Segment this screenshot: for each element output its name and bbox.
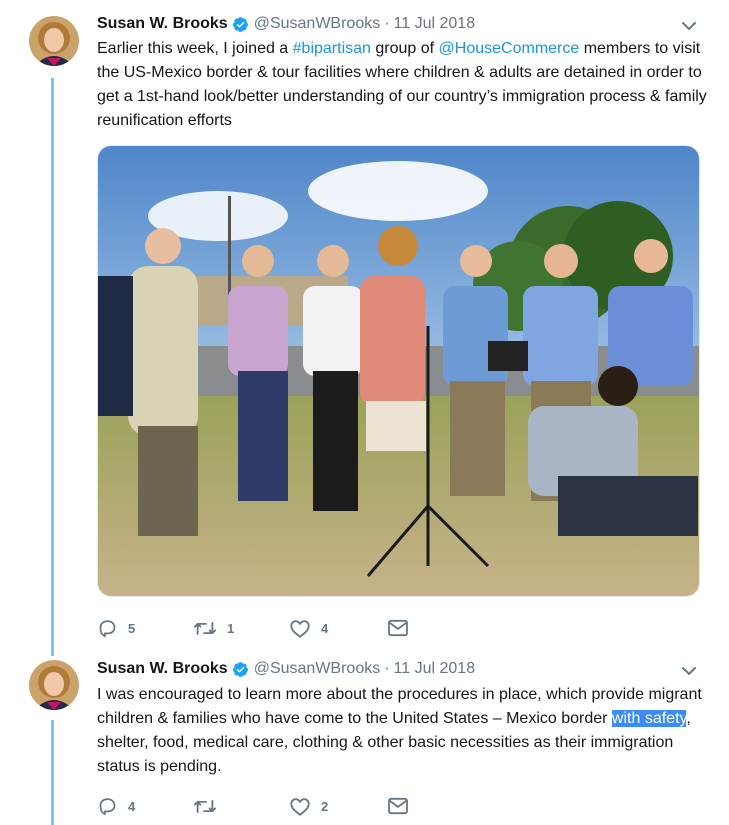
chevron-down-icon[interactable] — [681, 663, 697, 679]
reply-icon — [97, 796, 118, 817]
verified-badge-icon — [232, 661, 249, 678]
tweet-header: Susan W. Brooks @SusanWBrooks · 11 Jul 2… — [97, 13, 475, 35]
reply-count: 5 — [128, 620, 136, 636]
chevron-down-icon[interactable] — [681, 18, 697, 34]
tweet-header: Susan W. Brooks @SusanWBrooks · 11 Jul 2… — [97, 658, 475, 680]
hashtag-link[interactable]: #bipartisan — [293, 40, 371, 57]
author-name[interactable]: Susan W. Brooks — [97, 15, 228, 33]
retweet-button[interactable]: 1 — [193, 618, 289, 639]
reply-button[interactable]: 5 — [97, 618, 193, 639]
separator-dot: · — [384, 15, 390, 32]
tweet-photo[interactable] — [97, 145, 700, 597]
avatar[interactable] — [29, 16, 79, 66]
mention-link[interactable]: @HouseCommerce — [439, 40, 580, 57]
verified-badge-icon — [232, 16, 249, 33]
like-count: 4 — [321, 620, 329, 636]
like-button[interactable]: 4 — [289, 618, 387, 639]
thread-connector-line — [51, 78, 54, 656]
thread-connector-line — [51, 720, 54, 825]
tweet-timestamp[interactable]: 11 Jul 2018 — [394, 15, 476, 33]
direct-message-button[interactable] — [387, 619, 409, 637]
direct-message-button[interactable] — [387, 797, 409, 815]
tweet-text: Earlier this week, I joined a #bipartisa… — [97, 37, 707, 133]
tweet-timestamp[interactable]: 11 Jul 2018 — [394, 660, 476, 678]
tweet-text-segment: group of — [370, 40, 439, 57]
tweet-actions: 4 2 — [97, 794, 409, 818]
retweet-count: 1 — [227, 620, 235, 636]
envelope-icon — [387, 619, 409, 637]
tweet-actions: 5 1 4 — [97, 616, 409, 640]
author-handle[interactable]: @SusanWBrooks — [254, 15, 381, 33]
author-handle[interactable]: @SusanWBrooks — [254, 660, 381, 678]
heart-icon — [289, 796, 311, 817]
retweet-icon — [193, 796, 217, 817]
reply-icon — [97, 618, 118, 639]
like-count: 2 — [321, 798, 329, 814]
like-button[interactable]: 2 — [289, 796, 387, 817]
author-name[interactable]: Susan W. Brooks — [97, 660, 228, 678]
tweet-text-segment: Earlier this week, I joined a — [97, 40, 293, 57]
selected-text[interactable]: with safety — [611, 710, 687, 727]
tweet-text: I was encouraged to learn more about the… — [97, 683, 707, 779]
envelope-icon — [387, 797, 409, 815]
separator-dot: · — [384, 660, 390, 677]
reply-button[interactable]: 4 — [97, 796, 193, 817]
retweet-icon — [193, 618, 217, 639]
retweet-button[interactable] — [193, 796, 289, 817]
avatar[interactable] — [29, 660, 79, 710]
reply-count: 4 — [128, 798, 136, 814]
heart-icon — [289, 618, 311, 639]
